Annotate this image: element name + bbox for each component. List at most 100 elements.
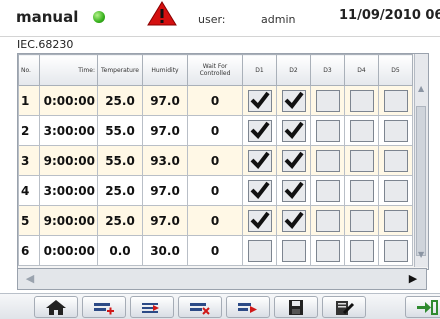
temperature-cell[interactable]: 25.0 <box>97 205 143 236</box>
d5-checkbox[interactable] <box>383 209 408 232</box>
move-row-button[interactable] <box>226 296 270 318</box>
d1-checkbox[interactable] <box>247 89 272 112</box>
d4-cell <box>344 205 379 236</box>
d1-cell <box>242 205 277 236</box>
d4-checkbox[interactable] <box>349 179 374 202</box>
row-number[interactable]: 5 <box>18 205 40 236</box>
temperature-cell[interactable]: 0.0 <box>97 235 143 266</box>
time-cell[interactable]: 3:00:00 <box>39 175 98 206</box>
humidity-cell[interactable]: 97.0 <box>142 205 188 236</box>
d2-checkbox[interactable] <box>281 209 306 232</box>
d5-cell <box>378 85 413 116</box>
d2-checkbox[interactable] <box>281 149 306 172</box>
row-number[interactable]: 1 <box>18 85 40 116</box>
wait-cell[interactable]: 0 <box>187 175 243 206</box>
d3-checkbox[interactable] <box>315 239 340 262</box>
warning-triangle-icon[interactable] <box>147 1 177 26</box>
d4-checkbox[interactable] <box>349 239 374 262</box>
d1-checkbox[interactable] <box>247 239 272 262</box>
header-temperature: Temperature <box>97 54 143 86</box>
d4-checkbox[interactable] <box>349 209 374 232</box>
d3-checkbox[interactable] <box>315 179 340 202</box>
wait-cell[interactable]: 0 <box>187 115 243 146</box>
delete-row-button[interactable] <box>178 296 222 318</box>
d2-checkbox[interactable] <box>281 239 306 262</box>
arrow-down-icon[interactable]: ▼ <box>418 250 424 259</box>
temperature-cell[interactable]: 55.0 <box>97 115 143 146</box>
d4-checkbox[interactable] <box>349 119 374 142</box>
add-row-button[interactable] <box>82 296 126 318</box>
time-cell[interactable]: 3:00:00 <box>39 115 98 146</box>
d3-checkbox[interactable] <box>315 209 340 232</box>
arrow-right-icon[interactable]: ▶ <box>403 270 423 288</box>
d2-checkbox[interactable] <box>281 179 306 202</box>
load-program-icon <box>417 300 438 315</box>
d3-checkbox[interactable] <box>315 119 340 142</box>
wait-cell[interactable]: 0 <box>187 85 243 116</box>
d5-checkbox[interactable] <box>383 119 408 142</box>
d3-checkbox[interactable] <box>315 89 340 112</box>
user-name[interactable]: admin <box>261 13 295 26</box>
d3-checkbox[interactable] <box>315 149 340 172</box>
temperature-cell[interactable]: 25.0 <box>97 85 143 116</box>
d1-checkbox[interactable] <box>247 149 272 172</box>
d5-checkbox[interactable] <box>383 149 408 172</box>
load-program-button[interactable] <box>405 296 440 318</box>
arrow-up-icon[interactable]: ▲ <box>418 84 424 93</box>
humidity-cell[interactable]: 93.0 <box>142 145 188 176</box>
table-row[interactable]: 2 3:00:00 55.0 97.0 0 <box>18 115 413 146</box>
edit-settings-button[interactable] <box>322 296 366 318</box>
insert-row-icon <box>142 303 159 313</box>
header-wait: Wait For Controlled <box>187 54 243 86</box>
save-button[interactable] <box>274 296 318 318</box>
arrow-left-icon[interactable]: ◀ <box>20 270 40 288</box>
d4-cell <box>344 175 379 206</box>
temperature-cell[interactable]: 55.0 <box>97 145 143 176</box>
time-cell[interactable]: 9:00:00 <box>39 205 98 236</box>
checkmark-icon <box>250 91 270 109</box>
d5-checkbox[interactable] <box>383 89 408 112</box>
d2-cell <box>276 115 311 146</box>
d1-cell <box>242 85 277 116</box>
horizontal-scrollbar[interactable]: ◀ ▶ <box>17 268 427 290</box>
table-row[interactable]: 1 0:00:00 25.0 97.0 0 <box>18 85 413 116</box>
screen: manual user: admin 11/09/2010 06:50 I IE… <box>0 0 440 319</box>
date-time: 11/09/2010 06:50 I <box>339 8 440 23</box>
program-table: No. Time: Temperature Humidity Wait For … <box>17 53 429 270</box>
d1-checkbox[interactable] <box>247 179 272 202</box>
d1-cell <box>242 115 277 146</box>
vertical-scrollbar[interactable]: ▲ ▼ <box>414 54 428 267</box>
row-number[interactable]: 2 <box>18 115 40 146</box>
time-cell[interactable]: 0:00:00 <box>39 85 98 116</box>
d2-checkbox[interactable] <box>281 119 306 142</box>
wait-cell[interactable]: 0 <box>187 235 243 266</box>
d4-checkbox[interactable] <box>349 149 374 172</box>
d2-checkbox[interactable] <box>281 89 306 112</box>
d5-checkbox[interactable] <box>383 179 408 202</box>
d2-cell <box>276 175 311 206</box>
time-cell[interactable]: 9:00:00 <box>39 145 98 176</box>
wait-cell[interactable]: 0 <box>187 145 243 176</box>
delete-row-icon <box>190 303 210 315</box>
d1-checkbox[interactable] <box>247 119 272 142</box>
table-row[interactable]: 5 9:00:00 25.0 97.0 0 <box>18 205 413 236</box>
humidity-cell[interactable]: 97.0 <box>142 85 188 116</box>
row-number[interactable]: 6 <box>18 235 40 266</box>
temperature-cell[interactable]: 25.0 <box>97 175 143 206</box>
row-number[interactable]: 4 <box>18 175 40 206</box>
time-cell[interactable]: 0:00:00 <box>39 235 98 266</box>
home-button[interactable] <box>34 296 78 318</box>
table-row[interactable]: 3 9:00:00 55.0 93.0 0 <box>18 145 413 176</box>
d4-checkbox[interactable] <box>349 89 374 112</box>
humidity-cell[interactable]: 30.0 <box>142 235 188 266</box>
table-row[interactable]: 6 0:00:00 0.0 30.0 0 <box>18 235 413 266</box>
humidity-cell[interactable]: 97.0 <box>142 115 188 146</box>
d1-checkbox[interactable] <box>247 209 272 232</box>
row-number[interactable]: 3 <box>18 145 40 176</box>
d5-checkbox[interactable] <box>383 239 408 262</box>
insert-row-button[interactable] <box>130 296 174 318</box>
table-row[interactable]: 4 3:00:00 25.0 97.0 0 <box>18 175 413 206</box>
humidity-cell[interactable]: 97.0 <box>142 175 188 206</box>
wait-cell[interactable]: 0 <box>187 205 243 236</box>
vertical-scroll-thumb[interactable] <box>416 106 426 256</box>
